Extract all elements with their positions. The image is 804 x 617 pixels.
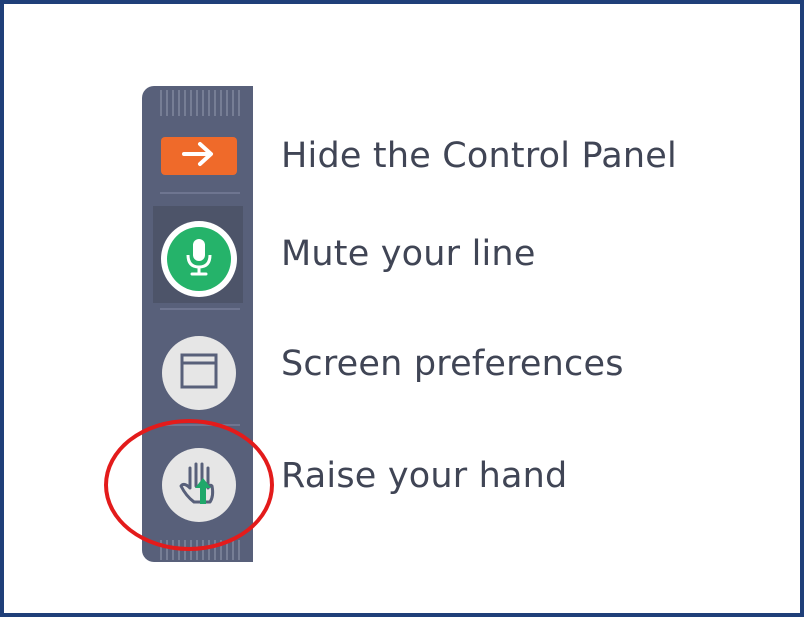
screen-preferences-button[interactable] xyxy=(162,336,236,410)
divider xyxy=(160,192,240,194)
drag-handle-top[interactable] xyxy=(160,90,240,116)
red-highlight-circle xyxy=(104,419,274,551)
window-icon xyxy=(179,351,219,395)
hide-control-panel-label: Hide the Control Panel xyxy=(281,136,677,176)
arrow-right-icon xyxy=(180,141,218,171)
screen-preferences-label: Screen preferences xyxy=(281,344,624,384)
divider xyxy=(160,308,240,310)
mute-line-button-fill xyxy=(167,227,231,291)
screenshot-frame: Hide the Control Panel Mute your line Sc… xyxy=(0,0,804,617)
raise-hand-label: Raise your hand xyxy=(281,456,568,496)
mute-line-button[interactable] xyxy=(161,221,237,297)
microphone-icon xyxy=(184,237,214,281)
mute-line-label: Mute your line xyxy=(281,234,536,274)
hide-control-panel-button[interactable] xyxy=(161,137,237,175)
